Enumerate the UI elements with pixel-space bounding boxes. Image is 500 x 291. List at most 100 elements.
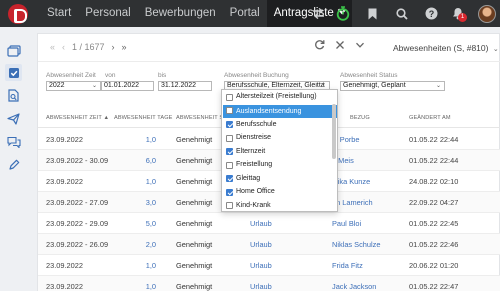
cell-person[interactable]: Jack Jackson	[332, 282, 376, 291]
cell-person[interactable]: Paul Bloi	[332, 219, 361, 228]
filter-year-value: 2022	[49, 82, 65, 89]
dropdown-option[interactable]: Elternzeit	[223, 146, 337, 158]
chevron-down-icon[interactable]	[355, 39, 365, 53]
filter-buchung-value: Berufsschule, Elternzeit, Gleitta	[227, 82, 325, 89]
view-select-label: Abwesenheiten (S, #810)	[393, 43, 489, 53]
cell-geaendert: 24.08.22 02:10	[409, 177, 459, 186]
cell-geaendert: 20.06.22 01:20	[409, 261, 459, 270]
dropdown-option[interactable]: Gleittag	[223, 173, 337, 185]
dropdown-option[interactable]: Berufsschule	[223, 119, 337, 131]
dropdown-option-label: Elternzeit	[236, 147, 266, 155]
cards-icon[interactable]	[5, 42, 22, 59]
checkbox-unchecked-icon[interactable]	[226, 134, 233, 142]
filter-status-value: Genehmigt, Geplant	[343, 82, 406, 89]
first-page-icon[interactable]: «	[50, 42, 55, 52]
checkbox-checked-icon[interactable]	[226, 175, 233, 182]
dropdown-option-label: Dienstreise	[236, 134, 272, 141]
filter-year-select[interactable]: 2022 ⌄	[46, 81, 101, 91]
next-page-icon[interactable]: ›	[112, 42, 115, 52]
buchung-dropdown-list: Altersteilzeit (Freistellung) Auslandsent…	[221, 89, 338, 212]
notification-badge: 1	[458, 13, 467, 22]
checkbox-checked-icon[interactable]	[226, 188, 233, 196]
cell-zeit: 23.09.2022	[46, 261, 83, 270]
cell-typ[interactable]: Urlaub	[250, 261, 272, 270]
bookmark-icon[interactable]	[364, 0, 380, 27]
document-search-icon[interactable]	[5, 87, 22, 104]
dropdown-option[interactable]: Altersteilzeit (Freistellung)	[223, 91, 337, 103]
dropdown-option[interactable]: Home Office	[223, 186, 337, 198]
swap-icon[interactable]	[309, 0, 327, 27]
column-header-zeit[interactable]: ABWESENHEIT ZEIT ▲	[46, 115, 109, 121]
cell-zeit: 23.09.2022	[46, 135, 83, 144]
table-row[interactable]: 23.09.2022 - 26.09 2,0 Genehmigt Urlaub Nikl…	[38, 234, 500, 255]
cell-typ[interactable]: Urlaub	[250, 240, 272, 249]
pager: « ‹ 1 / 1677 › »	[50, 42, 127, 52]
cell-status: Genehmigt	[176, 282, 213, 291]
table-row[interactable]: 23.09.2022 1,0 Genehmigt Urlaub Frida Fitz 20…	[38, 255, 500, 276]
cell-person[interactable]: Niklas Schulze	[332, 240, 380, 249]
cell-geaendert: 22.09.22 04:27	[409, 198, 459, 207]
dropdown-option[interactable]: Auslandsentsendung	[223, 104, 337, 118]
cell-tage: 2,0	[145, 240, 156, 249]
dropdown-option[interactable]: Freistellung	[223, 159, 337, 171]
chevron-down-icon: ⌄	[91, 83, 97, 89]
column-header-geaendert[interactable]: GEÄNDERT AM	[409, 115, 451, 121]
nav-item-start[interactable]: Start	[40, 0, 78, 27]
cell-zeit: 23.09.2022 - 26.09	[46, 240, 109, 249]
checkbox-unchecked-icon[interactable]	[226, 202, 233, 209]
stopwatch-icon[interactable]	[334, 0, 352, 27]
cell-status: Genehmigt	[176, 177, 213, 186]
dropdown-option[interactable]: Dienstreise	[223, 132, 337, 144]
table-row[interactable]: 23.09.2022 - 29.09 5,0 Genehmigt Urlaub Paul…	[38, 213, 500, 234]
checkbox-unchecked-icon[interactable]	[226, 93, 233, 101]
column-header-status[interactable]: ABWESENHEIT STATUS	[176, 115, 222, 121]
nav-item-portal[interactable]: Portal	[223, 0, 267, 27]
dropdown-option[interactable]: Kind-Krank	[223, 200, 337, 212]
filter-von-input[interactable]: 01.01.2022	[101, 81, 154, 91]
cell-tage: 5,0	[145, 219, 156, 228]
cell-person[interactable]: Frida Fitz	[332, 261, 363, 270]
nav-item-personal[interactable]: Personal	[78, 0, 137, 27]
cell-status: Genehmigt	[176, 261, 213, 270]
checkbox-checked-icon[interactable]	[226, 121, 233, 128]
cell-tage: 6,0	[145, 156, 156, 165]
chevron-down-icon: ⌄	[435, 83, 441, 89]
cell-geaendert: 01.05.22 22:47	[409, 282, 459, 291]
cell-zeit: 23.09.2022 - 27.09	[46, 198, 109, 207]
user-avatar[interactable]	[478, 0, 496, 27]
dropdown-option-label: Altersteilzeit (Freistellung)	[236, 93, 317, 100]
prev-page-icon[interactable]: ‹	[62, 42, 65, 52]
last-page-icon[interactable]: »	[122, 42, 127, 52]
column-header-tage[interactable]: ABWESENHEIT TAGE	[114, 115, 172, 121]
chat-icon[interactable]	[5, 133, 22, 150]
dropdown-option-label: Auslandsentsendung	[236, 107, 302, 115]
dropdown-scrollbar[interactable]	[332, 104, 336, 159]
checkbox-checked-icon[interactable]	[226, 148, 233, 155]
filter-status-select[interactable]: Genehmigt, Geplant ⌄	[340, 81, 445, 91]
table-row[interactable]: 23.09.2022 1,0 Genehmigt Urlaub Jack Jackson…	[38, 276, 500, 291]
close-icon[interactable]	[335, 39, 345, 53]
cell-zeit: 23.09.2022	[46, 177, 83, 186]
pen-icon[interactable]	[5, 156, 22, 173]
nav-item-bewerbungen[interactable]: Bewerbungen	[138, 0, 223, 27]
view-select[interactable]: Abwesenheiten (S, #810) ⌄	[393, 43, 499, 53]
checkbox-unchecked-icon[interactable]	[226, 107, 233, 114]
cell-person[interactable]: on Lamerich	[332, 198, 373, 207]
column-header-bezug[interactable]: BEZUG	[350, 115, 370, 121]
check-square-icon[interactable]	[5, 64, 22, 81]
checkbox-unchecked-icon[interactable]	[226, 161, 233, 169]
cell-geaendert: 01.05.22 22:44	[409, 135, 459, 144]
cell-geaendert: 01.05.22 22:46	[409, 240, 459, 249]
app-logo[interactable]	[8, 3, 28, 24]
cell-zeit: 23.09.2022 - 30.09	[46, 156, 109, 165]
refresh-icon[interactable]	[314, 39, 325, 53]
cell-status: Genehmigt	[176, 198, 213, 207]
dropdown-option-label: Freistellung	[236, 161, 273, 168]
help-icon[interactable]: ?	[423, 0, 439, 27]
filter-bis-input[interactable]: 31.12.2022	[158, 81, 212, 91]
send-icon[interactable]	[5, 110, 22, 127]
cell-typ[interactable]: Urlaub	[250, 219, 272, 228]
cell-typ[interactable]: Urlaub	[250, 282, 272, 291]
search-icon[interactable]	[394, 0, 410, 27]
bell-icon[interactable]: 1	[450, 0, 467, 27]
